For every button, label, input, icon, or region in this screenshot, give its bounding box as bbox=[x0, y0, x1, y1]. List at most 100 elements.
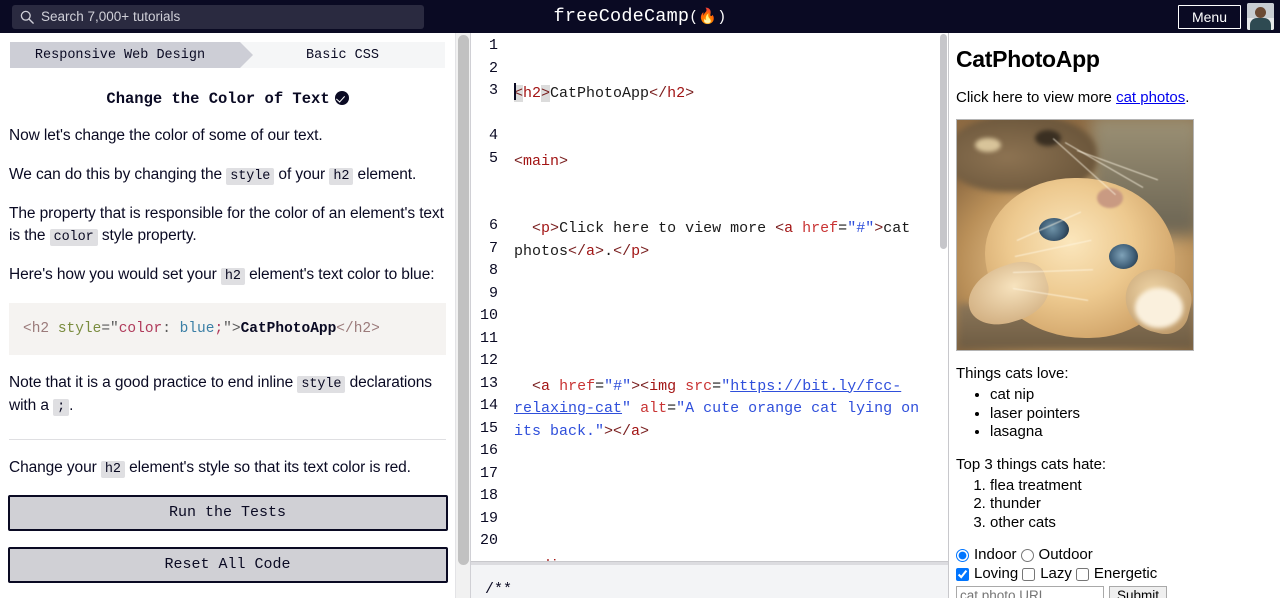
editor-scrollbar[interactable] bbox=[939, 33, 948, 561]
code-token: ; bbox=[214, 321, 224, 338]
cat-photos-link[interactable]: cat photos bbox=[1116, 89, 1185, 106]
preview-heading: CatPhotoApp bbox=[956, 46, 1100, 72]
avatar[interactable] bbox=[1247, 3, 1274, 30]
inline-code-h2-3: h2 bbox=[100, 460, 125, 478]
preview-form: Indoor Outdoor Loving Lazy Energetic Sub… bbox=[956, 546, 1265, 598]
code-line-6[interactable] bbox=[514, 488, 948, 511]
flame-icon: (🔥) bbox=[689, 9, 727, 26]
preview-intro-paragraph: Click here to view more cat photos. bbox=[956, 89, 1265, 106]
preview-panel: CatPhotoApp Click here to view more cat … bbox=[949, 33, 1279, 598]
code-editor[interactable]: 1 2 3 4 5 6 7 8 9 10 11 12 13 14 15 16 1… bbox=[471, 33, 948, 561]
text-fragment: Change your bbox=[9, 458, 101, 476]
text-fragment: element's style so that its text color i… bbox=[124, 458, 411, 476]
line-number: 1 bbox=[488, 37, 498, 54]
radio-indoor[interactable] bbox=[956, 548, 969, 562]
line-number: 11 bbox=[479, 329, 498, 347]
line-number: 6 bbox=[488, 217, 498, 234]
instructions-body-2: Note that it is a good practice to end i… bbox=[0, 372, 455, 416]
breadcrumb: Responsive Web Design Basic CSS bbox=[10, 42, 446, 68]
code-line-4[interactable] bbox=[514, 308, 948, 331]
task-body: Change your h2 element's style so that i… bbox=[0, 457, 455, 479]
scrollbar-thumb[interactable] bbox=[458, 35, 470, 565]
page-title: Change the Color of Text bbox=[0, 89, 455, 108]
inline-code-style-2: style bbox=[297, 376, 346, 394]
code-line-5[interactable]: <a href="#"><img src="https://bit.ly/fcc… bbox=[514, 376, 948, 444]
avatar-head bbox=[1255, 7, 1266, 18]
preview-love-list: cat nip laser pointers lasagna bbox=[990, 386, 1265, 442]
code-token: color bbox=[118, 321, 163, 338]
list-item: cat nip bbox=[990, 386, 1265, 405]
preview-hate-label: Top 3 things cats hate: bbox=[956, 455, 1107, 473]
submit-button[interactable]: Submit bbox=[1109, 586, 1168, 598]
line-number: 3 bbox=[488, 82, 498, 99]
code-token: : bbox=[162, 321, 180, 338]
preview-hate-list: flea treatment thunder other cats bbox=[990, 477, 1265, 533]
code-line-2[interactable]: <main> bbox=[514, 151, 948, 174]
line-number: 20 bbox=[479, 532, 498, 549]
line-number: 5 bbox=[488, 149, 498, 167]
code-token: CatPhotoApp bbox=[240, 321, 337, 338]
breadcrumb-item-superblock[interactable]: Responsive Web Design bbox=[10, 42, 253, 68]
code-line-1[interactable]: <h2>CatPhotoApp</h2> bbox=[514, 80, 948, 106]
checkbox-loving[interactable] bbox=[956, 567, 969, 581]
code-token: </h2> bbox=[336, 321, 380, 338]
run-tests-button[interactable]: Run the Tests bbox=[7, 494, 448, 531]
list-item: flea treatment bbox=[990, 477, 1265, 496]
radio-row: Indoor Outdoor bbox=[956, 546, 1265, 564]
brand-text: freeCodeCamp bbox=[553, 6, 690, 27]
search-box[interactable] bbox=[12, 4, 424, 29]
code-line-3[interactable]: <p>Click here to view more <a href="#">c… bbox=[514, 218, 948, 263]
radio-outdoor[interactable] bbox=[1020, 548, 1034, 562]
inline-code-color: color bbox=[49, 229, 98, 247]
challenge-title-text: Change the Color of Text bbox=[106, 90, 330, 108]
radio-outdoor-label: Outdoor bbox=[1038, 546, 1093, 563]
menu-button[interactable]: Menu bbox=[1177, 4, 1241, 29]
code-line-7[interactable]: <div> bbox=[514, 556, 948, 562]
checkbox-row: Loving Lazy Energetic bbox=[956, 565, 1265, 583]
line-number: 8 bbox=[488, 262, 498, 279]
photo-detail bbox=[975, 138, 1001, 152]
text-fragment: element. bbox=[353, 166, 417, 183]
cat-photo-image[interactable] bbox=[956, 119, 1194, 351]
section-divider bbox=[9, 438, 447, 440]
top-navigation-bar: freeCodeCamp(🔥) Menu bbox=[0, 0, 1280, 33]
code-editor-panel: 1 2 3 4 5 6 7 8 9 10 11 12 13 14 15 16 1… bbox=[471, 33, 949, 598]
text-fragment: Note that it is a good practice to end i… bbox=[9, 374, 298, 392]
check-circle-icon bbox=[334, 91, 349, 105]
scrollbar-thumb[interactable] bbox=[940, 34, 947, 249]
line-number: 9 bbox=[488, 284, 498, 302]
cat-photo-url-input[interactable] bbox=[956, 586, 1104, 598]
text-fragment: . bbox=[1185, 89, 1190, 106]
code-text-area[interactable]: <h2>CatPhotoApp</h2> <main> <p>Click her… bbox=[507, 33, 948, 561]
checkbox-energetic[interactable] bbox=[1075, 567, 1089, 581]
line-number: 4 bbox=[488, 127, 498, 144]
code-token: style bbox=[57, 321, 102, 338]
instructions-panel: Responsive Web Design Basic CSS Change t… bbox=[0, 33, 471, 598]
photo-cat-eye-right bbox=[1109, 244, 1138, 269]
text-fragment: Here's how you would set your bbox=[9, 266, 221, 284]
reset-code-button[interactable]: Reset All Code bbox=[7, 546, 448, 583]
line-number-gutter: 1 2 3 4 5 6 7 8 9 10 11 12 13 14 15 16 1… bbox=[471, 33, 507, 561]
console-text: /** bbox=[485, 581, 513, 598]
breadcrumb-item-block[interactable]: Basic CSS bbox=[240, 42, 445, 68]
list-item: thunder bbox=[990, 495, 1265, 514]
list-item: lasagna bbox=[990, 423, 1265, 442]
radio-indoor-label: Indoor bbox=[974, 546, 1017, 563]
checkbox-lazy-label: Lazy bbox=[1040, 565, 1072, 582]
avatar-body bbox=[1250, 18, 1271, 30]
inline-code-style: style bbox=[226, 168, 275, 185]
url-submit-row: Submit bbox=[956, 586, 1265, 598]
search-input[interactable] bbox=[41, 6, 411, 27]
line-number: 16 bbox=[479, 442, 498, 459]
instructions-scroll-area: Responsive Web Design Basic CSS Change t… bbox=[0, 33, 455, 598]
text-fragment: Click here to view more bbox=[956, 89, 1117, 106]
code-token: blue bbox=[179, 321, 215, 338]
inline-code-h2-2: h2 bbox=[220, 268, 245, 286]
instruction-paragraph-4: Here's how you would set your h2 element… bbox=[9, 264, 446, 286]
line-number: 13 bbox=[479, 374, 498, 392]
line-number: 7 bbox=[488, 239, 498, 257]
instructions-scrollbar[interactable] bbox=[455, 33, 470, 598]
list-item: other cats bbox=[990, 514, 1265, 533]
checkbox-lazy[interactable] bbox=[1022, 567, 1036, 581]
checkbox-energetic-label: Energetic bbox=[1093, 565, 1158, 582]
